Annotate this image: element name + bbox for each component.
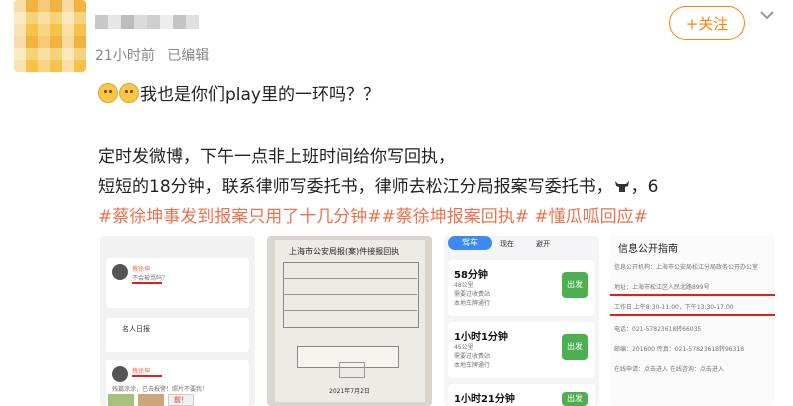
- thumb-name: 蔡徐坤: [132, 368, 151, 375]
- post-line-3: 短短的18分钟，联系律师写委托书，律师去松江分局报案写委托书， ，6: [98, 177, 659, 197]
- cow-emoji-icon: [614, 181, 629, 192]
- receipt-date: 2021年7月2日: [329, 388, 370, 395]
- go-button[interactable]: 出发: [562, 392, 588, 406]
- username-blurred[interactable]: [95, 15, 199, 29]
- info-row: 信息公开机构：上海市公安局松江分局政务公开办公室: [614, 264, 759, 271]
- post-line-2: 定时发微博，下午一点非上班时间给你写回执，: [98, 147, 455, 167]
- info-row: 工作日 上午8:30-11:00，下午13:30-17:00: [614, 304, 734, 311]
- route-distance: 48公里: [454, 282, 474, 289]
- avatar: [112, 264, 128, 280]
- smile-emoji-icon: [119, 83, 139, 103]
- tab-drive[interactable]: 驾车: [448, 236, 492, 250]
- post-meta: 21小时前 已编辑: [95, 45, 217, 65]
- tab-time[interactable]: 现在: [500, 239, 514, 249]
- topic-tag-3[interactable]: #懂瓜呱回应#: [529, 207, 648, 227]
- go-button[interactable]: 出发: [562, 272, 588, 298]
- receipt-title: 上海市公安局报(案)件接报回执: [289, 247, 400, 256]
- tab-avoid[interactable]: 避开: [536, 239, 550, 249]
- route-distance: 45公里: [454, 344, 474, 351]
- info-row: 地址：上海市松江区人民北路899号: [614, 284, 710, 291]
- edited-label: 已编辑: [167, 48, 210, 64]
- image-thumbnail-1[interactable]: 蔡徐坤 不会被骂吗？ 名人日报 蔡徐坤 残篇涂涂，已去报警！照片不要我！ 前！: [100, 236, 255, 406]
- route-note: 需要过收费站: [454, 353, 491, 360]
- route-note: 本地车牌通行: [454, 300, 491, 307]
- info-title: 信息公开指南: [618, 244, 678, 255]
- chevron-down-icon[interactable]: [758, 6, 776, 24]
- image-thumbnail-3[interactable]: 驾车 现在 避开 58分钟 48公里 需要过收费站 本地车牌通行 出发 1小时1…: [444, 236, 599, 406]
- topic-tag-1[interactable]: #蔡徐坤事发到报案只用了十几分钟#: [98, 207, 382, 227]
- post-line-1: 我也是你们play里的一环吗？？: [98, 80, 380, 105]
- user-avatar[interactable]: [14, 0, 86, 72]
- red-underline: [610, 294, 775, 296]
- route-note: 本地车牌通行: [454, 362, 491, 369]
- thumb-text: 残篇涂涂，已去报警！照片不要我！: [112, 386, 209, 393]
- thumb-badge: 前！: [168, 394, 194, 406]
- thumb-name: 蔡徐坤: [132, 266, 151, 273]
- avatar: [112, 366, 128, 382]
- route-time: 1小时1分钟: [454, 332, 508, 343]
- red-underline: [132, 282, 162, 284]
- red-underline: [610, 314, 775, 316]
- thumb-section: 名人日报: [122, 325, 150, 333]
- info-row: 电话：021-57823618转66035: [614, 326, 702, 333]
- route-time: 58分钟: [454, 270, 488, 281]
- smile-emoji-icon: [98, 83, 118, 103]
- post-tags: #蔡徐坤事发到报案只用了十几分钟##蔡徐坤报案回执# #懂瓜呱回应#: [98, 202, 648, 227]
- image-thumbnail-2[interactable]: 上海市公安局报(案)件接报回执 2021年7月2日: [267, 236, 432, 406]
- red-underline: [132, 375, 162, 377]
- route-note: 需要过收费站: [454, 291, 491, 298]
- post-time: 21小时前: [95, 48, 155, 64]
- follow-button[interactable]: +关注: [669, 6, 745, 40]
- info-row: 在线申请：点击进入 在线咨询：点击进入: [614, 366, 724, 373]
- route-time: 1小时21分钟: [454, 394, 515, 405]
- topic-tag-2[interactable]: #蔡徐坤报案回执#: [382, 207, 530, 227]
- go-button[interactable]: 出发: [562, 334, 588, 360]
- info-row: 邮编：201600 传真：021-57823618转96318: [614, 346, 745, 353]
- thumb-text: 不会被骂吗？: [132, 275, 169, 282]
- image-thumbnail-4[interactable]: 信息公开指南 信息公开机构：上海市公安局松江分局政务公开办公室 地址：上海市松江…: [610, 236, 775, 406]
